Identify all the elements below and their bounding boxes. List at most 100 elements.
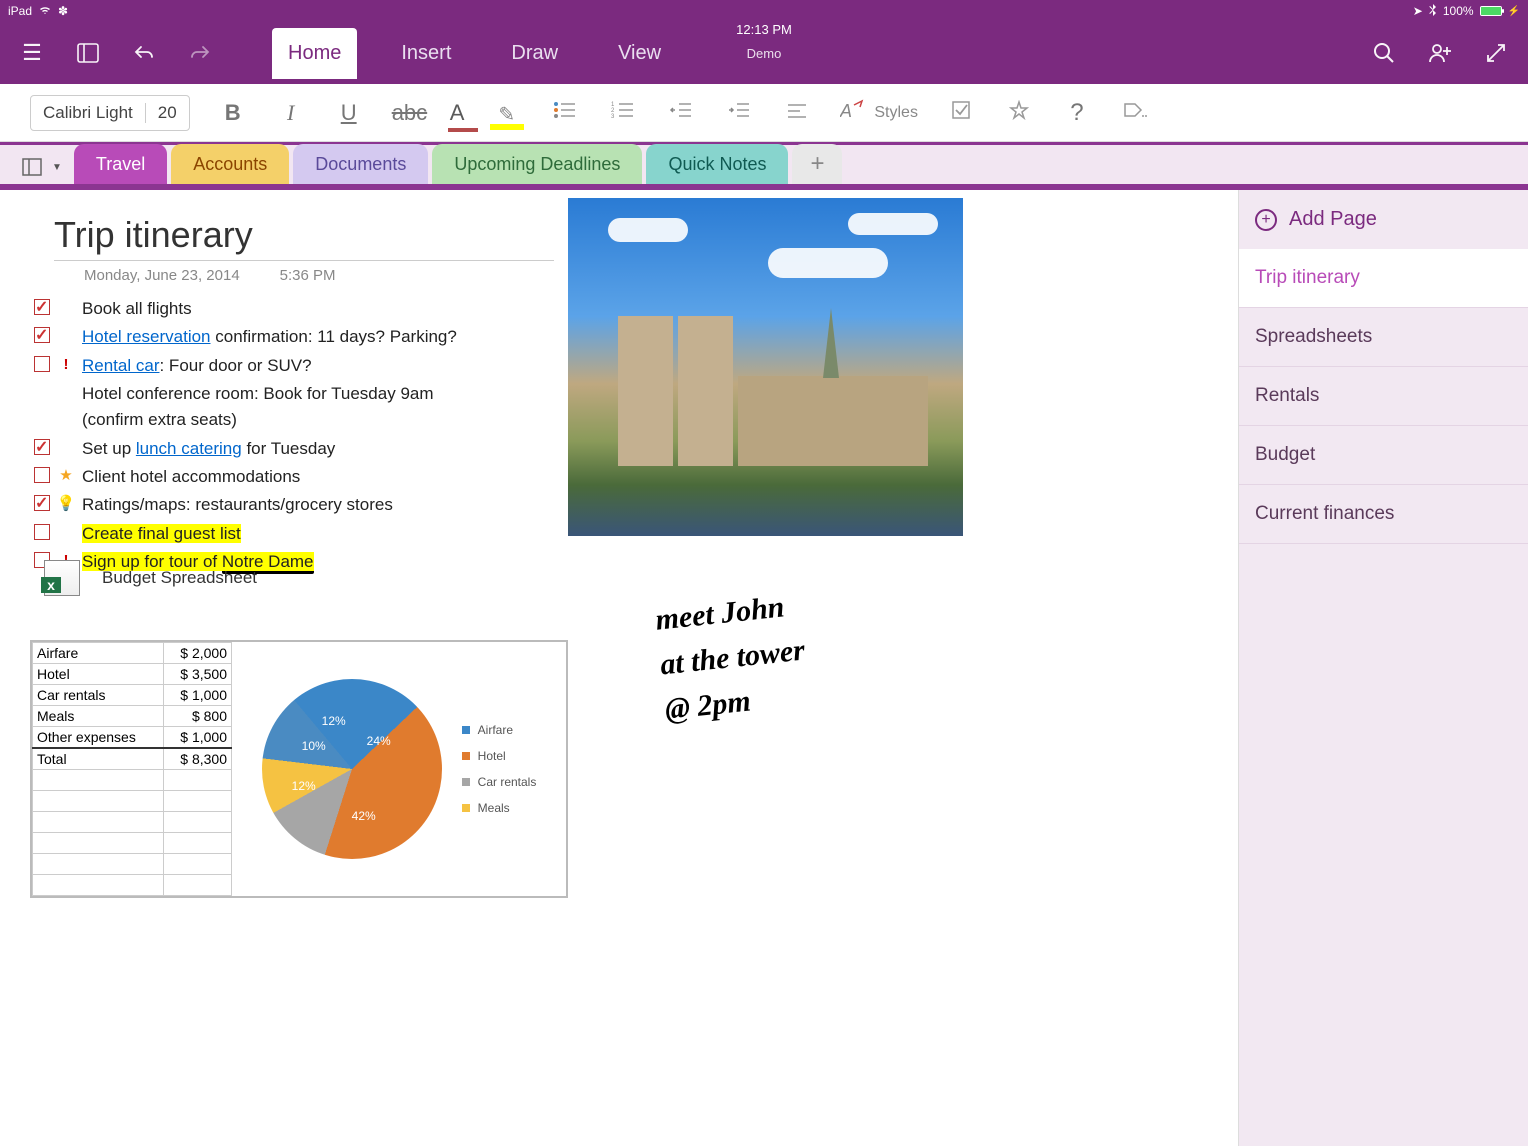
todo-text[interactable]: Hotel reservation confirmation: 11 days?… <box>82 324 457 350</box>
charging-icon: ⚡ <box>1508 6 1520 17</box>
notebook-title: Demo <box>747 46 782 61</box>
battery-icon <box>1480 6 1502 16</box>
legend-item: Car rentals <box>462 775 537 789</box>
notebook-picker[interactable]: ▼ <box>14 156 70 184</box>
budget-spreadsheet-chart: Airfare$ 2,000Hotel$ 3,500Car rentals$ 1… <box>30 640 568 898</box>
strikethrough-button[interactable]: abc <box>392 100 422 126</box>
page-list-item[interactable]: Current finances <box>1239 485 1528 544</box>
table-cell-label: Total <box>33 748 164 770</box>
format-toolbar: Calibri Light 20 B I U abc A ✎ 123 A Sty… <box>0 84 1528 142</box>
table-cell-label: Meals <box>33 706 164 727</box>
numbered-list-button[interactable]: 123 <box>608 100 638 126</box>
todo-row: ! Rental car: Four door or SUV? <box>34 353 457 379</box>
todo-row: Book all flights <box>34 296 457 322</box>
checkbox[interactable] <box>34 299 50 315</box>
styles-label: Styles <box>874 104 918 122</box>
todo-text[interactable]: Rental car: Four door or SUV? <box>82 353 312 379</box>
styles-button[interactable]: A Styles <box>840 99 918 126</box>
checkbox[interactable] <box>34 327 50 343</box>
table-cell-amount: $ 1,000 <box>164 685 232 706</box>
add-page-button[interactable]: + Add Page <box>1239 190 1528 249</box>
undo-icon[interactable] <box>130 39 158 67</box>
todo-row: 💡 Ratings/maps: restaurants/grocery store… <box>34 492 457 518</box>
checkbox[interactable] <box>34 495 50 511</box>
table-cell-amount: $ 1,000 <box>164 727 232 749</box>
wifi-icon <box>38 4 52 18</box>
star-tag-button[interactable] <box>1004 100 1034 126</box>
attachment-label: Budget Spreadsheet <box>102 568 257 588</box>
activity-icon: ✽ <box>58 4 68 18</box>
ribbon-tab-view[interactable]: View <box>602 28 677 79</box>
important-tag-icon: ! <box>56 353 76 376</box>
todo-row: Create final guest list <box>34 521 457 547</box>
styles-icon: A <box>840 99 866 126</box>
todo-row: Set up lunch catering for Tuesday <box>34 436 457 462</box>
menu-icon[interactable]: ☰ <box>18 39 46 67</box>
font-picker[interactable]: Calibri Light 20 <box>30 95 190 131</box>
page-list-item[interactable]: Spreadsheets <box>1239 308 1528 367</box>
section-tab-upcoming-deadlines[interactable]: Upcoming Deadlines <box>432 144 642 184</box>
budget-table: Airfare$ 2,000Hotel$ 3,500Car rentals$ 1… <box>32 642 232 896</box>
page-list-item[interactable]: Trip itinerary <box>1239 249 1528 308</box>
legend-item: Hotel <box>462 749 537 763</box>
fullscreen-icon[interactable] <box>1482 39 1510 67</box>
question-tag-button[interactable]: ? <box>1062 99 1092 127</box>
status-time: 12:13 PM <box>736 22 792 37</box>
todo-text[interactable]: Book all flights <box>82 296 192 322</box>
idea-tag-icon: 💡 <box>56 492 76 515</box>
outdent-button[interactable] <box>666 100 696 126</box>
redo-icon[interactable] <box>186 39 214 67</box>
highlight-button[interactable]: ✎ <box>492 102 522 124</box>
ribbon-tab-insert[interactable]: Insert <box>385 28 467 79</box>
panel-toggle-icon[interactable] <box>74 39 102 67</box>
checkbox[interactable] <box>34 467 50 483</box>
align-button[interactable] <box>782 100 812 126</box>
chart-legend: AirfareHotelCar rentalsMeals <box>462 723 537 815</box>
svg-text:3: 3 <box>611 114 615 120</box>
note-canvas[interactable]: Monday, June 23, 2014 5:36 PM Book all f… <box>0 190 1238 1146</box>
italic-button[interactable]: I <box>276 100 306 126</box>
page-title-input[interactable] <box>54 210 554 261</box>
todo-text[interactable]: Create final guest list <box>82 521 241 547</box>
section-tab-travel[interactable]: Travel <box>74 144 167 184</box>
todo-text[interactable]: Set up lunch catering for Tuesday <box>82 436 335 462</box>
todo-tag-button[interactable] <box>946 100 976 126</box>
pages-panel: + Add Page Trip itinerarySpreadsheetsRen… <box>1238 190 1528 1146</box>
checkbox[interactable] <box>34 524 50 540</box>
section-tab-quick-notes[interactable]: Quick Notes <box>646 144 788 184</box>
photo-notre-dame[interactable] <box>568 198 963 536</box>
checkbox[interactable] <box>34 356 50 372</box>
bullets-button[interactable] <box>550 100 580 126</box>
table-cell-amount: $ 800 <box>164 706 232 727</box>
bold-button[interactable]: B <box>218 100 248 126</box>
attachment[interactable]: Budget Spreadsheet <box>44 560 257 596</box>
underline-button[interactable]: U <box>334 100 364 126</box>
add-section-button[interactable]: + <box>792 144 842 184</box>
share-user-icon[interactable] <box>1426 39 1454 67</box>
page-list-item[interactable]: Budget <box>1239 426 1528 485</box>
todo-text[interactable]: Ratings/maps: restaurants/grocery stores <box>82 492 393 518</box>
indent-button[interactable] <box>724 100 754 126</box>
todo-text[interactable]: Client hotel accommodations <box>82 464 300 490</box>
search-icon[interactable] <box>1370 39 1398 67</box>
battery-pct: 100% <box>1443 4 1474 18</box>
ribbon-tab-draw[interactable]: Draw <box>495 28 574 79</box>
font-color-button[interactable]: A <box>450 100 465 126</box>
ribbon-tab-home[interactable]: Home <box>272 28 357 79</box>
pie-slice-label: 10% <box>302 739 326 753</box>
page-date: Monday, June 23, 2014 <box>84 267 240 284</box>
font-size: 20 <box>145 103 189 123</box>
checkbox[interactable] <box>34 439 50 455</box>
page-list-item[interactable]: Rentals <box>1239 367 1528 426</box>
pie-slice-label: 12% <box>322 714 346 728</box>
bluetooth-icon <box>1429 4 1437 19</box>
section-tab-documents[interactable]: Documents <box>293 144 428 184</box>
chevron-down-icon: ▼ <box>52 162 62 173</box>
plus-circle-icon: + <box>1255 209 1277 231</box>
pie-slice-label: 12% <box>292 779 316 793</box>
section-tab-accounts[interactable]: Accounts <box>171 144 289 184</box>
pie-slice-label: 42% <box>352 809 376 823</box>
ribbon-tabs: Home Insert Draw View <box>272 28 677 79</box>
table-cell-label: Other expenses <box>33 727 164 749</box>
more-tags-button[interactable] <box>1120 100 1150 126</box>
